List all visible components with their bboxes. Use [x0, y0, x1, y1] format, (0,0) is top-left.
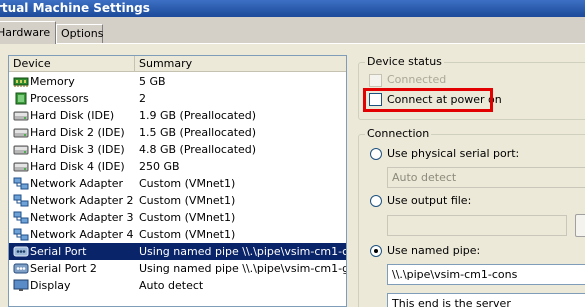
- device-status-title: Device status: [365, 55, 444, 69]
- output-file-input[interactable]: [387, 215, 567, 236]
- device-row-hard-disk-4[interactable]: Hard Disk 4 (IDE) 250 GB: [9, 158, 346, 175]
- named-pipe-label: Use named pipe:: [387, 244, 481, 257]
- device-name: Hard Disk (IDE): [30, 109, 115, 122]
- hard-disk-icon: [13, 128, 29, 138]
- device-name: Network Adapter: [30, 177, 124, 190]
- device-summary: 1.9 GB (Preallocated): [139, 109, 257, 122]
- device-summary: Using named pipe \\.\pipe\vsim-cm1-cons: [139, 245, 347, 258]
- device-name: Processors: [30, 92, 89, 105]
- network-adapter-icon: [13, 194, 29, 207]
- device-summary: Custom (VMnet1): [139, 211, 236, 224]
- device-name: Hard Disk 3 (IDE): [30, 143, 125, 156]
- display-icon: [13, 279, 29, 291]
- device-list-header: Device Summary: [9, 56, 346, 72]
- network-adapter-icon: [13, 211, 29, 224]
- device-name: Serial Port: [30, 245, 87, 258]
- connected-label: Connected: [387, 73, 447, 86]
- tab-options-label: Options: [61, 27, 104, 40]
- device-row-network-adapter-3[interactable]: Network Adapter 3 Custom (VMnet1): [9, 209, 346, 226]
- device-summary: Using named pipe \\.\pipe\vsim-cm1-gdb: [139, 262, 347, 275]
- device-summary: Custom (VMnet1): [139, 194, 236, 207]
- device-summary: 4.8 GB (Preallocated): [139, 143, 257, 156]
- device-name: Memory: [30, 75, 75, 88]
- window-title-bar: rtual Machine Settings: [0, 0, 585, 17]
- browse-button[interactable]: [575, 214, 585, 237]
- device-row-serial-port-2[interactable]: Serial Port 2 Using named pipe \\.\pipe\…: [9, 260, 347, 277]
- device-row-display[interactable]: Display Auto detect: [9, 277, 346, 294]
- pipe-end-select[interactable]: This end is the server: [387, 293, 585, 307]
- named-pipe-radio[interactable]: [370, 245, 382, 257]
- hard-disk-icon: [13, 162, 29, 172]
- device-row-processors[interactable]: Processors 2: [9, 90, 346, 107]
- device-summary: Custom (VMnet1): [139, 177, 236, 190]
- device-row-hard-disk-2[interactable]: Hard Disk 2 (IDE) 1.5 GB (Preallocated): [9, 124, 346, 141]
- tab-hardware[interactable]: Hardware: [0, 21, 56, 44]
- connection-title: Connection: [365, 127, 432, 141]
- device-name: Network Adapter 3: [30, 211, 134, 224]
- memory-icon: [13, 77, 29, 87]
- device-row-hard-disk[interactable]: Hard Disk (IDE) 1.9 GB (Preallocated): [9, 107, 346, 124]
- device-row-network-adapter[interactable]: Network Adapter Custom (VMnet1): [9, 175, 346, 192]
- device-name: Hard Disk 4 (IDE): [30, 160, 125, 173]
- device-row-serial-port[interactable]: Serial Port Using named pipe \\.\pipe\vs…: [9, 243, 347, 260]
- device-summary: 1.5 GB (Preallocated): [139, 126, 257, 139]
- output-file-radio[interactable]: [370, 195, 382, 207]
- device-summary: 250 GB: [139, 160, 180, 173]
- physical-serial-port-label: Use physical serial port:: [387, 147, 520, 160]
- device-row-hard-disk-3[interactable]: Hard Disk 3 (IDE) 4.8 GB (Preallocated): [9, 141, 346, 158]
- processor-icon: [15, 92, 27, 105]
- window-title: rtual Machine Settings: [0, 1, 150, 15]
- tab-hardware-label: Hardware: [0, 26, 51, 39]
- device-name: Network Adapter 2: [30, 194, 134, 207]
- serial-port-icon: [13, 246, 29, 257]
- device-summary: 2: [139, 92, 146, 105]
- device-row-network-adapter-4[interactable]: Network Adapter 4 Custom (VMnet1): [9, 226, 346, 243]
- device-summary: 5 GB: [139, 75, 166, 88]
- device-list[interactable]: Device Summary Memory 5 GB Processors 2 …: [8, 55, 347, 307]
- device-summary: Auto detect: [139, 279, 204, 292]
- tab-options[interactable]: Options: [56, 24, 103, 43]
- device-name: Network Adapter 4: [30, 228, 134, 241]
- device-name: Hard Disk 2 (IDE): [30, 126, 125, 139]
- highlight-box: [363, 88, 493, 112]
- device-row-memory[interactable]: Memory 5 GB: [9, 73, 346, 90]
- device-row-network-adapter-2[interactable]: Network Adapter 2 Custom (VMnet1): [9, 192, 346, 209]
- serial-port-icon: [13, 263, 29, 274]
- column-header-device[interactable]: Device: [9, 56, 135, 72]
- network-adapter-icon: [13, 177, 29, 190]
- connected-checkbox[interactable]: [369, 74, 382, 87]
- column-header-summary[interactable]: Summary: [135, 56, 346, 72]
- device-name: Serial Port 2: [30, 262, 97, 275]
- physical-serial-port-radio[interactable]: [370, 148, 382, 160]
- hard-disk-icon: [13, 111, 29, 121]
- device-name: Display: [30, 279, 71, 292]
- network-adapter-icon: [13, 228, 29, 241]
- physical-port-select[interactable]: Auto detect: [387, 167, 585, 188]
- device-summary: Custom (VMnet1): [139, 228, 236, 241]
- hard-disk-icon: [13, 145, 29, 155]
- named-pipe-input[interactable]: \\.\pipe\vsim-cm1-cons: [387, 264, 585, 285]
- output-file-label: Use output file:: [387, 194, 472, 207]
